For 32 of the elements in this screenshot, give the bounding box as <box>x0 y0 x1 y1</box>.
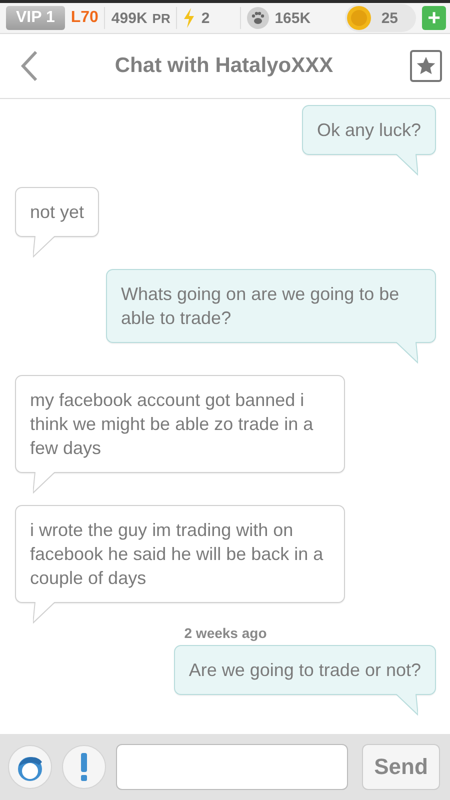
sent-message: Whats going on are we going to be able to trade? <box>106 269 436 364</box>
received-message: i wrote the guy im trading with on facebook he said he will be back in a couple of days <box>15 505 345 624</box>
coin-icon <box>347 6 372 30</box>
lightning-icon <box>183 8 196 28</box>
chat-title: Chat with HatalyoXXX <box>114 54 334 78</box>
back-button[interactable] <box>20 50 38 82</box>
exclamation-icon <box>79 753 89 781</box>
bubble-tail <box>396 694 418 716</box>
star-icon <box>416 56 436 76</box>
avatar-button[interactable] <box>8 745 52 789</box>
paw-icon <box>246 7 269 29</box>
power-stat: 499K PR <box>111 10 170 26</box>
received-message: not yet <box>15 187 100 258</box>
bubble-tail <box>33 602 55 624</box>
energy-stat: 2 <box>201 10 210 26</box>
report-button[interactable] <box>62 745 106 789</box>
vip-badge: VIP 1 <box>6 6 65 30</box>
bubble-tail <box>33 472 55 494</box>
bubble-tail <box>396 342 418 364</box>
coin-stat: 25 <box>381 10 398 26</box>
message-input[interactable] <box>116 744 348 790</box>
bubble-tail <box>33 236 55 258</box>
send-button[interactable]: Send <box>362 744 440 790</box>
level-label: L70 <box>70 9 98 27</box>
bubble-tail <box>396 154 418 176</box>
paw-stat: 165K <box>274 10 311 26</box>
received-message: my facebook account got banned i think we might be able zo trade in a few days <box>15 375 345 494</box>
sent-message: Are we going to trade or not? <box>174 645 436 716</box>
timestamp: 2 weeks ago <box>184 625 267 641</box>
add-button[interactable]: + <box>422 6 446 30</box>
favorite-button[interactable] <box>410 50 442 82</box>
sent-message: Ok any luck? <box>302 105 436 176</box>
